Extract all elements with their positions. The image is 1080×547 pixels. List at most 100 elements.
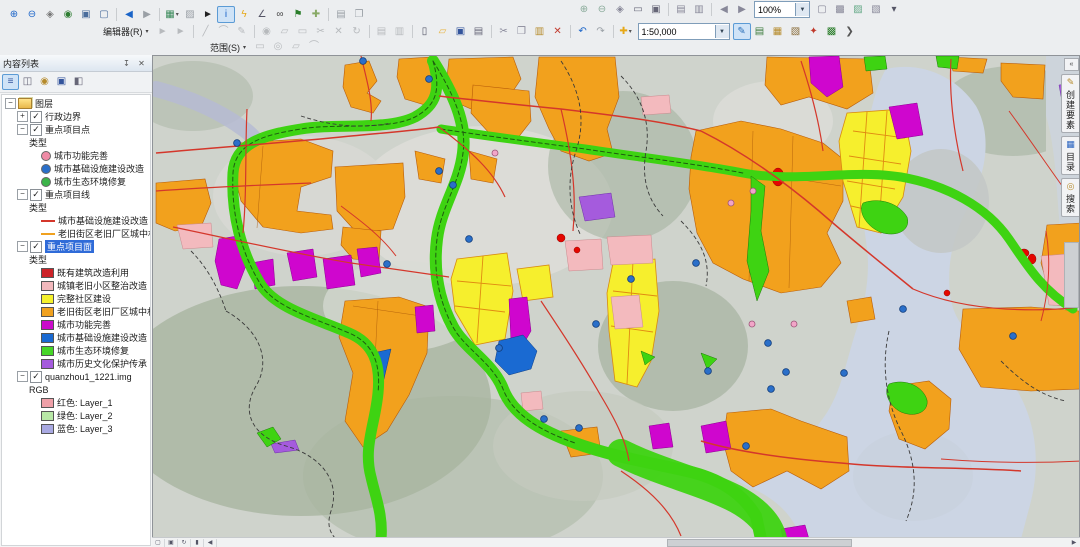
reshape-feature-icon[interactable]: ▭ <box>294 23 312 40</box>
focus-data-frame-icon[interactable]: ▩ <box>831 1 849 18</box>
extent-rectangle-icon[interactable]: ▭ <box>251 39 269 56</box>
collapse-icon[interactable]: − <box>17 241 28 252</box>
layer-visibility-checkbox[interactable]: ✓ <box>30 111 42 123</box>
clear-selection-icon[interactable]: ▨ <box>181 6 199 23</box>
catalog-window-icon[interactable]: ▦ <box>769 23 787 40</box>
data-view-button[interactable]: ▢ <box>152 539 165 547</box>
map-scale-input[interactable] <box>639 25 715 38</box>
layout-zoom-in-icon[interactable]: ⊕ <box>575 1 593 18</box>
toc-row[interactable]: 类型 <box>2 136 150 149</box>
undo-icon[interactable]: ↶ <box>574 23 592 40</box>
trace-tool-icon[interactable]: ✎ <box>233 23 251 40</box>
layout-zoom-whole-page-icon[interactable]: ▭ <box>629 1 647 18</box>
refresh-view-button[interactable]: ↻ <box>178 539 191 547</box>
layer-visibility-checkbox[interactable]: ✓ <box>30 241 42 253</box>
edit-annotation-tool-icon[interactable]: ► <box>172 23 190 40</box>
close-icon[interactable]: ✕ <box>134 56 149 70</box>
layout-zoom-out-icon[interactable]: ⊖ <box>593 1 611 18</box>
point-tool-icon[interactable]: ◉ <box>258 23 276 40</box>
open-attribute-table-icon[interactable]: ▤ <box>332 6 350 23</box>
map-view[interactable]: « ✎ 创建要素 ▦ 目录 ◎ 搜索 <box>152 55 1080 538</box>
extent-menu-button[interactable]: 范围(S)▾ <box>205 39 251 56</box>
toc-row[interactable]: 绿色: Layer_2 <box>2 409 150 422</box>
layout-zoom-combo[interactable]: ▼ <box>754 1 810 18</box>
toc-row[interactable]: 城市生态环境修复 <box>2 175 150 188</box>
html-popup-icon[interactable]: ❐ <box>350 6 368 23</box>
toggle-draft-mode-icon[interactable]: ▢ <box>813 1 831 18</box>
list-by-selection-icon[interactable]: ▣ <box>53 74 70 90</box>
collapse-icon[interactable]: − <box>17 189 28 200</box>
identify-icon[interactable]: i <box>217 6 235 23</box>
layout-go-back-icon[interactable]: ◀ <box>715 1 733 18</box>
add-data-icon[interactable]: ✚▾ <box>617 23 635 40</box>
toc-row[interactable]: 城镇老旧小区整治改造 <box>2 279 150 292</box>
toc-row[interactable]: 蓝色: Layer_3 <box>2 422 150 435</box>
scroll-left-icon[interactable]: ◀ <box>204 539 217 547</box>
horizontal-scrollbar-thumb[interactable] <box>667 539 852 547</box>
toc-row[interactable]: 类型 <box>2 253 150 266</box>
paste-icon[interactable]: ▥ <box>531 23 549 40</box>
toc-row[interactable]: 城市功能完善 <box>2 149 150 162</box>
split-tool-icon[interactable]: ✕ <box>330 23 348 40</box>
find-icon[interactable]: ∞ <box>271 6 289 23</box>
toc-row[interactable]: 城市生态环境修复 <box>2 344 150 357</box>
editor-toolbar-toggle-icon[interactable]: ✎ <box>733 23 751 40</box>
tab-catalog[interactable]: ▦ 目录 <box>1061 136 1079 175</box>
fixed-zoom-in-icon[interactable]: ▣ <box>77 6 95 23</box>
pause-drawing-button[interactable]: ▮ <box>191 539 204 547</box>
tab-create-features[interactable]: ✎ 创建要素 <box>1061 74 1079 133</box>
map-scale-combo[interactable]: ▼ <box>638 23 730 40</box>
list-by-visibility-icon[interactable]: ◉ <box>36 74 53 90</box>
toc-row[interactable]: 城市基础设施建设改造 <box>2 162 150 175</box>
toc-options-icon[interactable]: ◧ <box>70 74 87 90</box>
save-document-icon[interactable]: ▣ <box>452 23 470 40</box>
straight-segment-tool-icon[interactable]: ╱ <box>197 23 215 40</box>
scrollbar-track[interactable] <box>217 539 1068 547</box>
fixed-zoom-out-icon[interactable]: ▢ <box>95 6 113 23</box>
editor-edit-tool-icon[interactable]: ► <box>154 23 172 40</box>
scroll-right-icon[interactable]: ▶ <box>1068 539 1080 547</box>
toc-row[interactable]: 既有建筑改造利用 <box>2 266 150 279</box>
cut-icon[interactable]: ✂ <box>495 23 513 40</box>
python-window-icon[interactable]: ❯ <box>841 23 859 40</box>
zoom-out-icon[interactable]: ⊖ <box>23 6 41 23</box>
combo-dropdown-icon[interactable]: ▼ <box>715 25 729 38</box>
copy-icon[interactable]: ❐ <box>513 23 531 40</box>
chevron-left-icon[interactable]: « <box>1064 58 1079 71</box>
toc-row[interactable]: 红色: Layer_1 <box>2 396 150 409</box>
toc-row[interactable]: 城市功能完善 <box>2 318 150 331</box>
select-features-icon[interactable]: ▦▾ <box>163 6 181 23</box>
forward-extent-icon[interactable]: ▶ <box>138 6 156 23</box>
hyperlink-icon[interactable]: ϟ <box>235 6 253 23</box>
sketch-properties-icon[interactable]: ▥ <box>391 23 409 40</box>
layout-view-button[interactable]: ▣ <box>165 539 178 547</box>
data-driven-pages-icon[interactable]: ▧ <box>867 1 885 18</box>
toc-row[interactable]: 完整社区建设 <box>2 292 150 305</box>
collapse-icon[interactable]: − <box>17 371 28 382</box>
model-builder-icon[interactable]: ▩ <box>823 23 841 40</box>
layout-go-forward-icon[interactable]: ▶ <box>733 1 751 18</box>
toc-row[interactable]: 类型 <box>2 201 150 214</box>
pin-icon[interactable]: ↧ <box>119 56 134 70</box>
toc-row[interactable]: 老旧街区老旧厂区城中村改造 <box>2 305 150 318</box>
layer-visibility-checkbox[interactable]: ✓ <box>30 124 42 136</box>
select-elements-icon[interactable]: ► <box>199 6 217 23</box>
toc-row[interactable]: 老旧街区老旧厂区城中村改造 <box>2 227 150 240</box>
rotate-tool-icon[interactable]: ↻ <box>348 23 366 40</box>
arctoolbox-window-icon[interactable]: ✦ <box>805 23 823 40</box>
layout-zoom-100-icon[interactable]: ▣ <box>647 1 665 18</box>
layout-pan-icon[interactable]: ◈ <box>611 1 629 18</box>
edit-vertices-icon[interactable]: ▱ <box>276 23 294 40</box>
search-window-icon[interactable]: ▧ <box>787 23 805 40</box>
zoom-in-icon[interactable]: ⊕ <box>5 6 23 23</box>
extent-polygon-icon[interactable]: ▱ <box>287 39 305 56</box>
list-by-drawing-order-icon[interactable]: ≡ <box>2 74 19 90</box>
back-extent-icon[interactable]: ◀ <box>120 6 138 23</box>
toc-row[interactable]: 城市基础设施建设改造 <box>2 214 150 227</box>
toc-row[interactable]: −✓重点项目线 <box>2 188 150 201</box>
layout-zoom-input[interactable] <box>755 3 795 16</box>
print-icon[interactable]: ▤ <box>470 23 488 40</box>
toc-row[interactable]: −✓重点项目面 <box>2 240 150 253</box>
delete-icon[interactable]: ✕ <box>549 23 567 40</box>
toc-row[interactable]: RGB <box>2 383 150 396</box>
